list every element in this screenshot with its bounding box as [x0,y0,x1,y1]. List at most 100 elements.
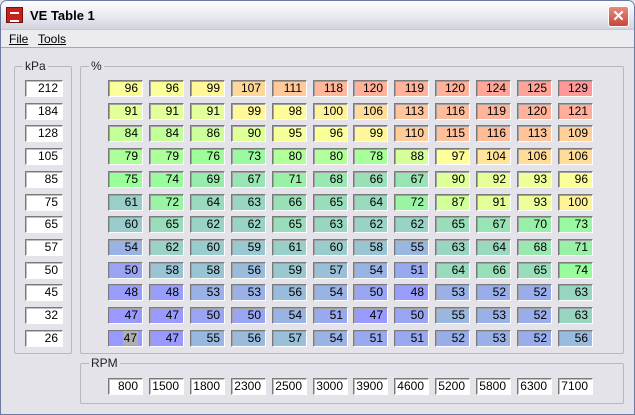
ve-cell[interactable]: 100 [313,103,348,120]
ve-cell[interactable]: 47 [353,307,388,324]
rpm-input[interactable]: 6300 [517,378,552,395]
ve-cell[interactable]: 91 [476,194,511,211]
ve-cell[interactable]: 64 [476,239,511,256]
ve-cell[interactable]: 47 [108,330,143,347]
ve-cell[interactable]: 66 [353,171,388,188]
kpa-input[interactable]: 57 [25,239,63,256]
ve-cell[interactable]: 64 [353,194,388,211]
ve-cell[interactable]: 56 [231,262,266,279]
ve-cell[interactable]: 50 [394,307,429,324]
ve-cell[interactable]: 53 [231,284,266,301]
ve-cell[interactable]: 64 [190,194,225,211]
ve-cell[interactable]: 129 [558,80,593,97]
ve-cell[interactable]: 110 [394,125,429,142]
kpa-input[interactable]: 184 [25,103,63,120]
ve-cell[interactable]: 120 [435,80,470,97]
kpa-input[interactable]: 32 [25,307,63,324]
ve-cell[interactable]: 96 [108,80,143,97]
ve-cell[interactable]: 47 [149,307,184,324]
ve-cell[interactable]: 98 [272,103,307,120]
ve-cell[interactable]: 90 [435,171,470,188]
ve-cell[interactable]: 48 [394,284,429,301]
rpm-input[interactable]: 5200 [435,378,470,395]
title-bar[interactable]: VE Table 1 ✕ [1,1,634,30]
kpa-input[interactable]: 65 [25,216,63,233]
ve-cell[interactable]: 56 [558,330,593,347]
ve-cell[interactable]: 100 [558,194,593,211]
ve-cell[interactable]: 56 [272,284,307,301]
ve-cell[interactable]: 50 [190,307,225,324]
ve-cell[interactable]: 66 [476,262,511,279]
ve-cell[interactable]: 86 [190,125,225,142]
ve-cell[interactable]: 91 [149,103,184,120]
close-button[interactable]: ✕ [608,6,629,27]
ve-cell[interactable]: 75 [108,171,143,188]
ve-cell[interactable]: 47 [108,307,143,324]
ve-cell[interactable]: 120 [353,80,388,97]
ve-cell[interactable]: 63 [558,307,593,324]
ve-cell[interactable]: 120 [517,103,552,120]
ve-cell[interactable]: 113 [394,103,429,120]
ve-cell[interactable]: 91 [108,103,143,120]
kpa-input[interactable]: 85 [25,171,63,188]
ve-cell[interactable]: 57 [313,262,348,279]
rpm-input[interactable]: 3900 [353,378,388,395]
ve-cell[interactable]: 111 [272,80,307,97]
ve-cell[interactable]: 68 [517,239,552,256]
ve-cell[interactable]: 93 [517,171,552,188]
rpm-input[interactable]: 5800 [476,378,511,395]
ve-cell[interactable]: 55 [190,330,225,347]
ve-cell[interactable]: 62 [231,216,266,233]
kpa-input[interactable]: 212 [25,80,63,97]
ve-cell[interactable]: 54 [272,307,307,324]
ve-cell[interactable]: 90 [231,125,266,142]
ve-cell[interactable]: 52 [517,284,552,301]
ve-cell[interactable]: 59 [231,239,266,256]
kpa-input[interactable]: 128 [25,125,63,142]
ve-cell[interactable]: 60 [313,239,348,256]
rpm-input[interactable]: 1800 [190,378,225,395]
ve-cell[interactable]: 95 [272,125,307,142]
rpm-input[interactable]: 2500 [272,378,307,395]
rpm-input[interactable]: 1500 [149,378,184,395]
ve-cell[interactable]: 47 [149,330,184,347]
ve-cell[interactable]: 66 [272,194,307,211]
ve-cell[interactable]: 50 [353,284,388,301]
ve-cell[interactable]: 52 [435,330,470,347]
ve-cell[interactable]: 63 [558,284,593,301]
ve-cell[interactable]: 106 [353,103,388,120]
ve-cell[interactable]: 48 [149,284,184,301]
ve-cell[interactable]: 65 [517,262,552,279]
ve-cell[interactable]: 80 [313,148,348,165]
ve-cell[interactable]: 68 [313,171,348,188]
ve-cell[interactable]: 62 [394,216,429,233]
rpm-input[interactable]: 3000 [313,378,348,395]
ve-cell[interactable]: 61 [272,239,307,256]
ve-cell[interactable]: 51 [394,330,429,347]
ve-cell[interactable]: 54 [353,262,388,279]
rpm-input[interactable]: 2300 [231,378,266,395]
ve-cell[interactable]: 63 [231,194,266,211]
ve-cell[interactable]: 119 [476,103,511,120]
ve-cell[interactable]: 64 [435,262,470,279]
ve-cell[interactable]: 60 [190,239,225,256]
kpa-input[interactable]: 50 [25,262,63,279]
ve-cell[interactable]: 59 [272,262,307,279]
ve-cell[interactable]: 73 [231,148,266,165]
ve-cell[interactable]: 52 [476,284,511,301]
ve-cell[interactable]: 54 [313,284,348,301]
ve-cell[interactable]: 54 [313,330,348,347]
ve-cell[interactable]: 53 [476,307,511,324]
rpm-input[interactable]: 4600 [394,378,429,395]
menu-tools[interactable]: Tools [38,32,66,46]
ve-cell[interactable]: 96 [313,125,348,142]
ve-cell[interactable]: 74 [149,171,184,188]
ve-cell[interactable]: 58 [149,262,184,279]
ve-cell[interactable]: 58 [353,239,388,256]
ve-cell[interactable]: 106 [558,148,593,165]
ve-cell[interactable]: 54 [108,239,143,256]
ve-cell[interactable]: 65 [435,216,470,233]
ve-cell[interactable]: 84 [108,125,143,142]
ve-cell[interactable]: 53 [476,330,511,347]
ve-cell[interactable]: 58 [190,262,225,279]
